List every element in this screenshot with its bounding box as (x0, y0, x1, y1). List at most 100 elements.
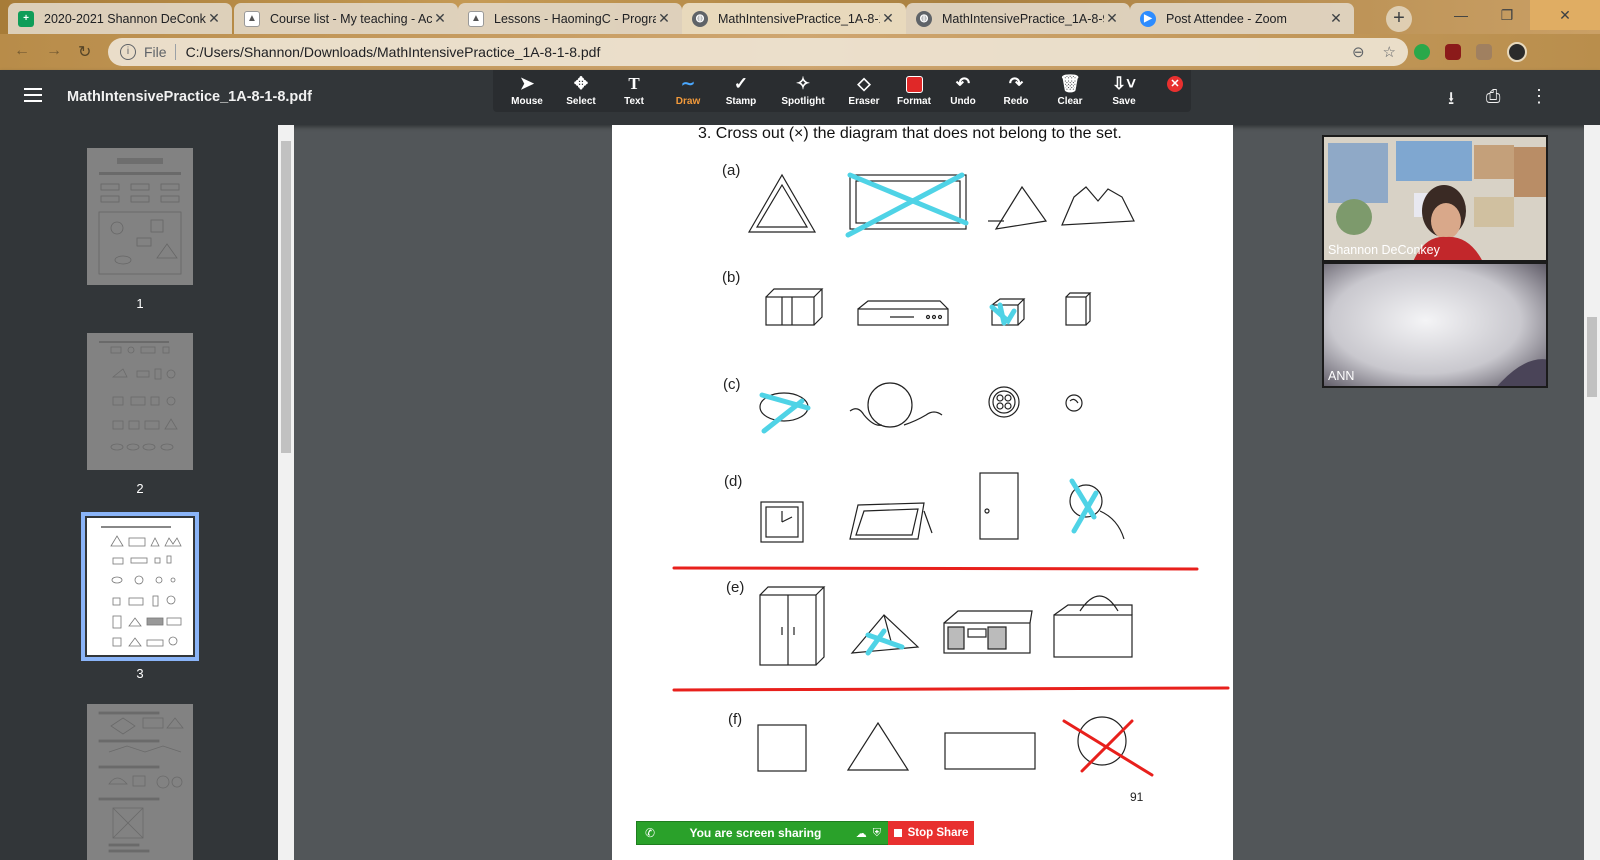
stop-share-button[interactable]: Stop Share (888, 821, 974, 845)
pdf-title: MathIntensivePractice_1A-8-1-8.pdf (67, 89, 312, 105)
browser-tab-1[interactable]: + 2020-2021 Shannon DeConkey ✕ (8, 3, 232, 34)
video-tile-host[interactable]: Shannon DeConkey (1322, 135, 1548, 262)
tool-clear[interactable]: 🗑 Clear (1040, 74, 1100, 107)
move-arrows-icon: ✥ (573, 74, 589, 93)
thumbnail-number: 2 (136, 481, 144, 496)
close-icon[interactable]: ✕ (880, 10, 896, 27)
tool-select[interactable]: ✥ Select (551, 74, 611, 107)
reload-icon[interactable]: ↻ (78, 42, 91, 62)
trash-icon: 🗑 (1059, 74, 1081, 93)
diagram-c-small-circle (1065, 394, 1083, 412)
participant-video-feed (1324, 264, 1546, 386)
browser-tab-5[interactable]: ◍ MathIntensivePractice_1A-8-9- ✕ (906, 3, 1130, 34)
close-annotation-icon[interactable]: ✕ (1167, 76, 1183, 92)
tool-label: Draw (675, 96, 701, 107)
course-icon: ▲ (244, 10, 260, 27)
tool-undo[interactable]: ↶ Undo (933, 74, 993, 107)
sheets-icon: + (18, 10, 34, 27)
sidebar-scrollbar[interactable] (278, 125, 294, 860)
extension-green-icon[interactable] (1414, 44, 1430, 60)
tool-stamp[interactable]: ✓ Stamp (711, 74, 771, 107)
thumbnail-preview (99, 341, 178, 451)
tab-label: Course list - My teaching - Aca (270, 11, 432, 26)
phone-icon: ✆ (645, 826, 656, 840)
diagram-e-basket (1053, 595, 1133, 658)
diagram-b-box (765, 288, 824, 326)
diagram-e-wardrobe (759, 586, 826, 666)
back-arrow-icon[interactable]: ← (14, 42, 30, 60)
restore-button[interactable]: ❐ (1484, 0, 1530, 30)
browser-tab-4[interactable]: ◍ MathIntensivePractice_1A-8-1- ✕ (682, 3, 906, 34)
pdf-page: 3. Cross out (×) the diagram that does n… (612, 125, 1233, 860)
page-thumbnail-2[interactable] (87, 333, 193, 470)
close-icon[interactable]: ✕ (656, 10, 672, 27)
participant-name: ANN (1328, 369, 1355, 383)
tab-label: MathIntensivePractice_1A-8-9- (942, 11, 1104, 26)
forward-arrow-icon[interactable]: → (46, 42, 62, 60)
page-scrollbar[interactable] (1584, 125, 1600, 860)
page-scroll-thumb[interactable] (1587, 317, 1597, 397)
thumbnail-number: 3 (136, 666, 144, 681)
diagram-d-frame (849, 502, 933, 540)
shield-icon: ⛨ (872, 826, 881, 839)
page-thumbnail-4[interactable] (87, 704, 193, 860)
diagram-c-button (988, 386, 1020, 418)
browser-tab-3[interactable]: ▲ Lessons - HaomingC - Program ✕ (458, 3, 682, 34)
tool-save[interactable]: ⇩˅ Save (1094, 74, 1154, 107)
menu-hamburger-icon[interactable] (24, 88, 42, 106)
worksheet-diagrams (672, 172, 1230, 777)
puzzle-extensions-icon[interactable] (1476, 44, 1492, 60)
tool-label: Redo (1003, 96, 1029, 107)
save-download-icon: ⇩˅ (1111, 74, 1137, 93)
tab-label: Post Attendee - Zoom (1166, 11, 1287, 26)
page-thumbnail-3[interactable] (81, 512, 199, 661)
close-icon[interactable]: ✕ (1328, 10, 1344, 27)
page-thumbnail-1[interactable] (87, 148, 193, 285)
globe-icon: ◍ (692, 10, 708, 27)
omnibox[interactable]: i File C:/Users/Shannon/Downloads/MathIn… (108, 38, 1408, 66)
tool-redo[interactable]: ↷ Redo (986, 74, 1046, 107)
diagram-f-circle (1077, 716, 1127, 766)
globe-icon: ◍ (916, 10, 932, 27)
close-icon[interactable]: ✕ (206, 10, 222, 27)
zoom-lens-icon[interactable]: ⊖ (1352, 43, 1365, 61)
diagram-f-square (757, 724, 807, 772)
format-color-swatch (905, 76, 923, 93)
info-icon[interactable]: i (120, 44, 136, 60)
window-close-button[interactable]: ✕ (1530, 0, 1600, 30)
video-tile-participant[interactable]: ANN (1322, 262, 1548, 388)
diagram-f-triangle (846, 721, 910, 771)
tool-spotlight[interactable]: ✧ Spotlight (773, 74, 833, 107)
tool-label: Mouse (511, 96, 543, 107)
tool-label: Clear (1057, 96, 1083, 107)
browser-tab-2[interactable]: ▲ Course list - My teaching - Aca ✕ (234, 3, 458, 34)
tool-label: Format (897, 96, 931, 107)
new-tab-button[interactable]: + (1386, 6, 1412, 32)
tool-text[interactable]: T Text (604, 74, 664, 107)
wand-icon: ✧ (795, 74, 811, 93)
close-icon[interactable]: ✕ (1104, 10, 1120, 27)
squiggle-icon: ∼ (680, 74, 696, 93)
close-icon[interactable]: ✕ (432, 10, 448, 27)
red-annotations (672, 566, 1230, 777)
ublock-icon[interactable] (1445, 44, 1461, 60)
annotation-toolbar: ➤ Mouse ✥ Select T Text ∼ Draw ✓ Stamp ✧ Spotl… (493, 70, 1191, 112)
tool-mouse[interactable]: ➤ Mouse (497, 74, 557, 107)
redo-icon: ↷ (1008, 74, 1024, 93)
download-icon[interactable]: ⭳ (1448, 86, 1454, 116)
bookmark-star-icon[interactable]: ☆ (1383, 43, 1396, 61)
url-text[interactable]: C:/Users/Shannon/Downloads/MathIntensive… (186, 44, 1334, 60)
omnibox-divider (174, 44, 176, 60)
more-vert-icon[interactable]: ⋮ (1530, 86, 1548, 107)
tab-label: Lessons - HaomingC - Program (494, 11, 656, 26)
minimize-button[interactable]: — (1438, 0, 1484, 30)
profile-avatar[interactable] (1507, 42, 1527, 62)
diagram-b-book (1065, 292, 1092, 326)
diagram-d-door (979, 472, 1019, 540)
tool-draw[interactable]: ∼ Draw (658, 74, 718, 107)
tool-label: Select (566, 96, 596, 107)
browser-tab-6[interactable]: ▶ Post Attendee - Zoom ✕ (1130, 3, 1354, 34)
print-icon[interactable]: ⎙ (1486, 86, 1500, 107)
sidebar-scroll-thumb[interactable] (281, 141, 291, 453)
tool-label: Undo (950, 96, 976, 107)
